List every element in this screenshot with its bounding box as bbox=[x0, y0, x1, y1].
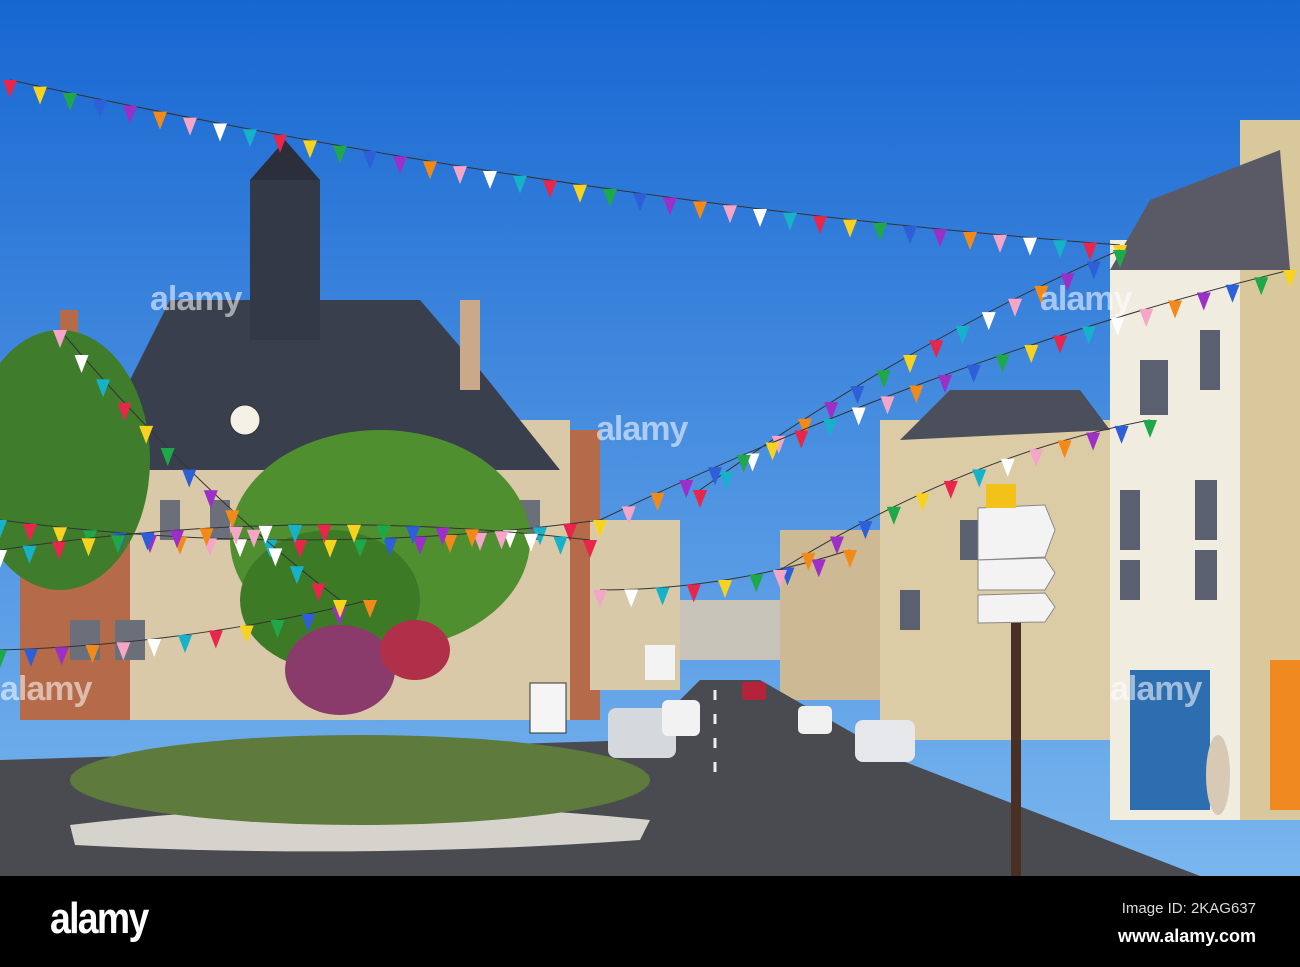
watermark: alamy bbox=[596, 410, 688, 448]
pedestrian bbox=[1206, 735, 1230, 815]
footer-bar: alamy Image ID: 2KAG637 www.alamy.com bbox=[0, 876, 1300, 967]
watermark: alamy bbox=[1040, 280, 1132, 318]
site-url[interactable]: www.alamy.com bbox=[1118, 926, 1256, 947]
image-id: Image ID: 2KAG637 bbox=[1121, 900, 1256, 917]
alamy-logo[interactable]: alamy bbox=[50, 894, 149, 944]
watermark: alamy bbox=[150, 280, 242, 318]
photo: alamy alamy alamy alamy alamy alamy Imag… bbox=[0, 0, 1300, 967]
watermark: alamy bbox=[0, 670, 92, 708]
building bbox=[680, 600, 780, 660]
watermark: alamy bbox=[1110, 670, 1202, 708]
clock bbox=[229, 404, 261, 436]
